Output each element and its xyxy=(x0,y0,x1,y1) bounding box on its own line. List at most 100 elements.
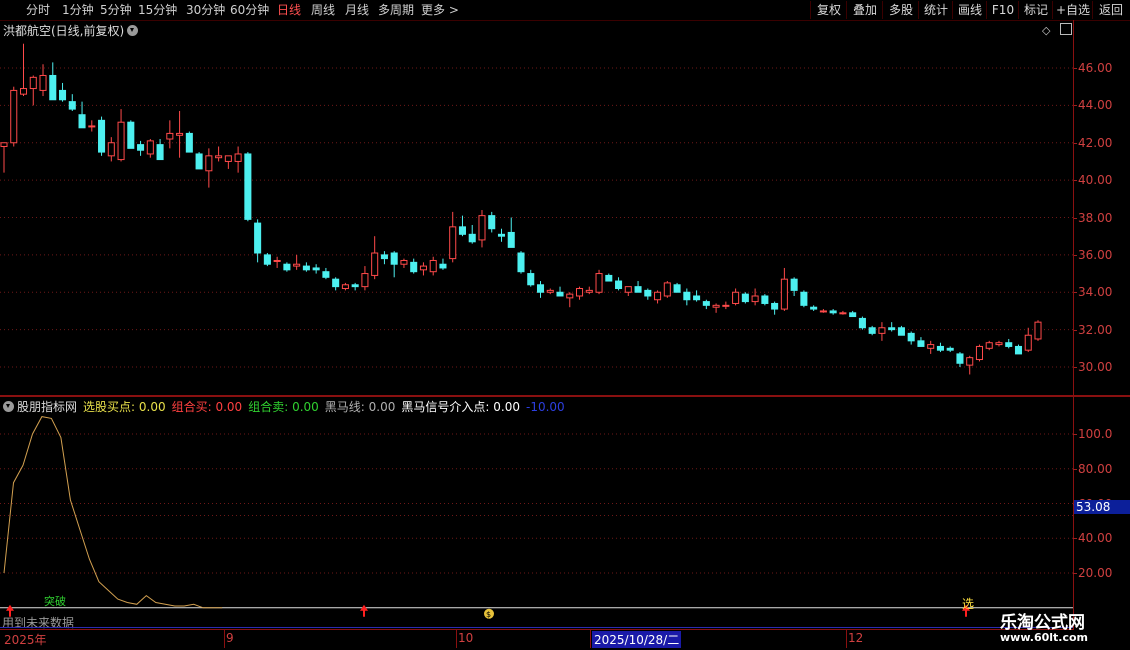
candle xyxy=(244,152,252,222)
candle xyxy=(858,316,866,330)
candle xyxy=(361,266,369,291)
tab-1[interactable]: 1分钟 xyxy=(62,2,94,18)
candle xyxy=(166,120,174,149)
candle xyxy=(1005,338,1013,349)
candle xyxy=(400,258,408,268)
toolbar-button-8[interactable]: 返回 xyxy=(1092,1,1129,19)
tab-2[interactable]: 5分钟 xyxy=(100,2,132,18)
candle xyxy=(107,137,115,162)
tab-4[interactable]: 30分钟 xyxy=(186,2,225,18)
candle xyxy=(429,256,437,276)
tab-7[interactable]: 周线 xyxy=(311,2,335,18)
y-tick-label: 20.00 xyxy=(1078,566,1113,580)
candle xyxy=(663,281,671,298)
toolbar-button-5[interactable]: F10 xyxy=(986,1,1019,19)
candle xyxy=(1014,344,1023,355)
candlestick-chart[interactable] xyxy=(0,20,1073,395)
toolbar: 分时 1分钟 5分钟 15分钟 30分钟 60分钟 日线 周线 月线 多周期 更多 > 复权 叠加 多股统… xyxy=(0,0,1130,21)
candle xyxy=(351,282,359,291)
candle xyxy=(497,228,506,242)
date-separator xyxy=(456,630,457,648)
candle xyxy=(897,325,905,336)
y-tick-mark xyxy=(1073,538,1077,540)
candle xyxy=(556,286,564,297)
candle xyxy=(302,262,310,272)
candle xyxy=(624,286,632,296)
candle xyxy=(634,281,642,293)
candle xyxy=(390,251,398,278)
candle xyxy=(605,273,613,282)
y-tick-label: 80.00 xyxy=(1078,461,1113,476)
candle xyxy=(283,262,291,272)
candle xyxy=(1034,320,1042,341)
date-separator xyxy=(590,630,591,648)
candle xyxy=(507,217,515,248)
candle xyxy=(478,210,486,248)
candle xyxy=(917,337,925,347)
date-label: 2025/10/28/二 xyxy=(592,631,682,648)
candle xyxy=(39,64,47,97)
candle xyxy=(956,352,964,367)
toolbar-button-4[interactable]: 画线 xyxy=(952,1,987,19)
date-label: 10 xyxy=(458,631,474,645)
candle xyxy=(380,251,388,265)
candle xyxy=(273,256,281,268)
candle xyxy=(439,258,447,270)
tab-10[interactable]: 更多 > xyxy=(421,2,459,18)
candle xyxy=(117,109,125,162)
candle xyxy=(536,281,545,298)
indicator-baseline xyxy=(0,627,1073,628)
candle xyxy=(458,215,466,237)
tab-6[interactable]: 日线 xyxy=(277,2,301,18)
candle xyxy=(410,258,418,274)
select-marker: 选 xyxy=(962,597,974,611)
candle xyxy=(741,292,749,304)
candle xyxy=(712,303,720,313)
tab-8[interactable]: 月线 xyxy=(345,2,369,18)
tab-0[interactable]: 分时 xyxy=(26,2,50,18)
candle xyxy=(771,301,779,315)
candle xyxy=(654,290,662,304)
candle xyxy=(732,288,740,306)
candle xyxy=(68,94,76,111)
candle xyxy=(127,120,135,149)
candle xyxy=(19,43,28,97)
candle xyxy=(527,269,535,287)
toolbar-button-2[interactable]: 多股 xyxy=(882,1,919,19)
candle xyxy=(215,146,223,162)
candle xyxy=(224,155,232,169)
candle xyxy=(468,224,476,244)
candle xyxy=(810,305,818,311)
candle xyxy=(839,310,847,315)
candle xyxy=(702,299,710,310)
candle xyxy=(975,344,983,362)
indicator-chart[interactable]: 突破 $ 选 xyxy=(0,397,1073,627)
tab-3[interactable]: 15分钟 xyxy=(138,2,177,18)
candle xyxy=(517,251,525,274)
watermark-url: www.60lt.com xyxy=(1000,631,1089,644)
candle xyxy=(595,269,603,295)
toolbar-button-7[interactable]: +自选 xyxy=(1052,1,1093,19)
candle xyxy=(868,325,876,336)
date-label: 12 xyxy=(848,631,864,645)
candle xyxy=(293,254,301,270)
toolbar-button-1[interactable]: 叠加 xyxy=(846,1,883,19)
tab-5[interactable]: 60分钟 xyxy=(230,2,269,18)
candle xyxy=(332,277,340,291)
candle xyxy=(585,286,593,295)
candle xyxy=(722,301,730,310)
toolbar-button-0[interactable]: 复权 xyxy=(810,1,847,19)
candle xyxy=(566,292,574,308)
watermark-logo: 乐淘公式网 xyxy=(1000,613,1085,633)
toolbar-button-6[interactable]: 标记 xyxy=(1018,1,1053,19)
candle xyxy=(234,146,242,173)
toolbar-button-3[interactable]: 统计 xyxy=(918,1,953,19)
tab-9[interactable]: 多周期 xyxy=(378,2,414,18)
candle xyxy=(966,355,974,375)
candle xyxy=(907,331,915,345)
candle xyxy=(936,342,944,353)
y-tick-label: 32.00 xyxy=(1078,322,1113,337)
candle xyxy=(673,282,681,293)
y-tick-label: 40.00 xyxy=(1078,531,1113,546)
y-tick-label: 38.00 xyxy=(1078,210,1113,225)
